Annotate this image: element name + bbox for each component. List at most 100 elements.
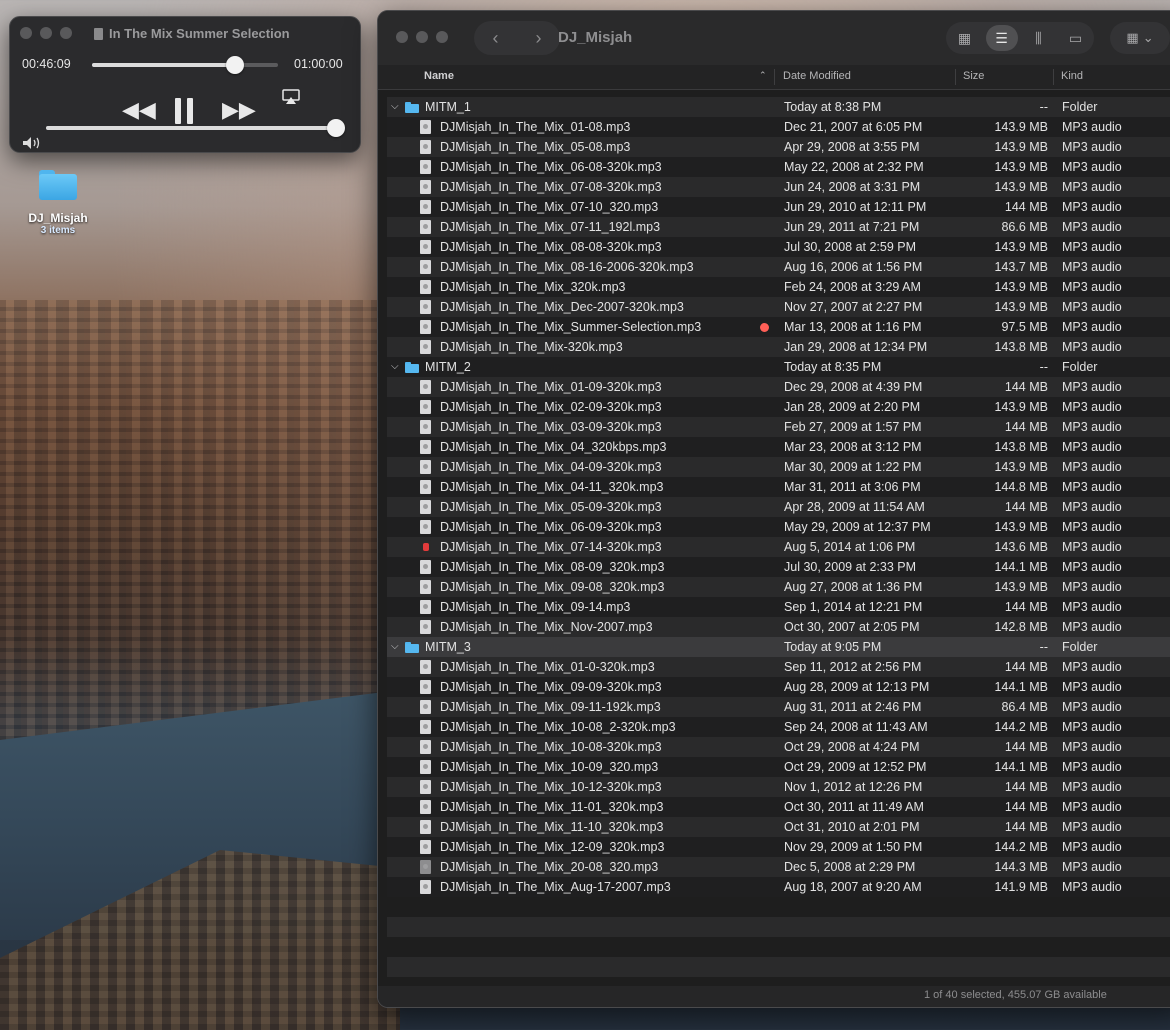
audio-file-icon — [420, 280, 431, 294]
file-row[interactable]: DJMisjah_In_The_Mix_09-14.mp3 Sep 1, 2014… — [387, 597, 1170, 617]
row-size: -- — [1039, 640, 1048, 654]
file-row[interactable]: DJMisjah_In_The_Mix_01-0-320k.mp3 Sep 11,… — [387, 657, 1170, 677]
icon-view-icon[interactable]: ▦ — [949, 25, 981, 51]
group-button[interactable]: ▦ ⌄ — [1110, 22, 1170, 54]
row-date: Jul 30, 2008 at 2:59 PM — [784, 240, 917, 254]
rewind-icon[interactable]: ◀◀ — [122, 99, 156, 121]
audio-file-icon — [420, 820, 431, 834]
audio-file-icon — [420, 200, 431, 214]
file-row[interactable]: DJMisjah_In_The_Mix_Aug-17-2007.mp3 Aug 1… — [387, 877, 1170, 897]
disclosure-chevron-icon[interactable]: ⌵ — [391, 641, 399, 652]
desktop-folder-name: DJ_Misjah — [28, 211, 88, 225]
empty-row — [387, 917, 1170, 937]
file-row[interactable]: DJMisjah_In_The_Mix_Nov-2007.mp3 Oct 30, … — [387, 617, 1170, 637]
disclosure-chevron-icon[interactable]: ⌵ — [391, 361, 399, 372]
list-view-icon[interactable]: ☰ — [985, 25, 1018, 51]
file-row[interactable]: DJMisjah_In_The_Mix_04_320kbps.mp3 Mar 23… — [387, 437, 1170, 457]
total-duration: 01:00:00 — [294, 57, 343, 71]
file-row[interactable]: DJMisjah_In_The_Mix_01-09-320k.mp3 Dec 29… — [387, 377, 1170, 397]
file-row[interactable]: DJMisjah_In_The_Mix_12-09_320k.mp3 Nov 29… — [387, 837, 1170, 857]
file-row[interactable]: DJMisjah_In_The_Mix_07-10_320.mp3 Jun 29,… — [387, 197, 1170, 217]
file-row[interactable]: DJMisjah_In_The_Mix_10-12-320k.mp3 Nov 1,… — [387, 777, 1170, 797]
minimize-button[interactable] — [416, 31, 428, 43]
row-date: Today at 8:35 PM — [784, 360, 882, 374]
file-row[interactable]: DJMisjah_In_The_Mix_01-08.mp3 Dec 21, 200… — [387, 117, 1170, 137]
progress-knob[interactable] — [226, 56, 245, 74]
file-row[interactable]: DJMisjah_In_The_Mix_05-08.mp3 Apr 29, 200… — [387, 137, 1170, 157]
file-row[interactable]: DJMisjah_In_The_Mix_09-09-320k.mp3 Aug 28… — [387, 677, 1170, 697]
folder-row[interactable]: ⌵ MITM_3 Today at 9:05 PM -- Folder — [387, 637, 1170, 657]
file-row[interactable]: DJMisjah_In_The_Mix_02-09-320k.mp3 Jan 28… — [387, 397, 1170, 417]
forward-chevron-icon[interactable]: › — [536, 28, 542, 49]
volume-knob[interactable] — [327, 119, 345, 137]
row-date: Oct 29, 2009 at 12:52 PM — [784, 760, 927, 774]
file-row[interactable]: DJMisjah_In_The_Mix_05-09-320k.mp3 Apr 28… — [387, 497, 1170, 517]
row-name: DJMisjah_In_The_Mix_10-08_2-320k.mp3 — [440, 720, 676, 734]
gallery-view-icon[interactable]: ▭ — [1060, 25, 1092, 51]
file-row[interactable]: DJMisjah_In_The_Mix_Dec-2007-320k.mp3 Nov… — [387, 297, 1170, 317]
zoom-button[interactable] — [60, 27, 72, 39]
file-row[interactable]: DJMisjah_In_The_Mix_08-08-320k.mp3 Jul 30… — [387, 237, 1170, 257]
progress-slider[interactable] — [92, 56, 278, 74]
file-row[interactable]: DJMisjah_In_The_Mix_320k.mp3 Feb 24, 2008… — [387, 277, 1170, 297]
back-chevron-icon[interactable]: ‹ — [493, 28, 499, 49]
row-size: 143.8 MB — [994, 440, 1048, 454]
disclosure-chevron-icon[interactable]: ⌵ — [391, 101, 399, 112]
airplay-icon[interactable] — [282, 87, 300, 109]
file-row[interactable]: DJMisjah_In_The_Mix_07-08-320k.mp3 Jun 24… — [387, 177, 1170, 197]
column-size[interactable]: Size — [963, 70, 984, 82]
file-row[interactable]: DJMisjah_In_The_Mix_06-08-320k.mp3 May 22… — [387, 157, 1170, 177]
row-size: 143.9 MB — [994, 280, 1048, 294]
zoom-button[interactable] — [436, 31, 448, 43]
file-row[interactable]: DJMisjah_In_The_Mix_11-01_320k.mp3 Oct 30… — [387, 797, 1170, 817]
row-size: 143.9 MB — [994, 580, 1048, 594]
row-name: MITM_1 — [425, 100, 471, 114]
volume-slider[interactable] — [46, 119, 345, 137]
row-kind: MP3 audio — [1062, 820, 1122, 834]
minimize-button[interactable] — [40, 27, 52, 39]
row-name: DJMisjah_In_The_Mix_09-09-320k.mp3 — [440, 680, 662, 694]
close-button[interactable] — [20, 27, 32, 39]
column-kind[interactable]: Kind — [1061, 70, 1083, 82]
desktop-folder[interactable]: DJ_Misjah 3 items — [22, 170, 94, 236]
file-row[interactable]: DJMisjah_In_The_Mix_10-09_320.mp3 Oct 29,… — [387, 757, 1170, 777]
column-view-icon[interactable]: ⫼ — [1023, 25, 1055, 51]
file-row[interactable]: DJMisjah_In_The_Mix_10-08_2-320k.mp3 Sep … — [387, 717, 1170, 737]
pause-icon[interactable] — [173, 97, 195, 129]
file-row[interactable]: DJMisjah_In_The_Mix_08-09_320k.mp3 Jul 30… — [387, 557, 1170, 577]
column-date-modified[interactable]: Date Modified — [783, 70, 851, 82]
row-kind: MP3 audio — [1062, 200, 1122, 214]
file-row[interactable]: DJMisjah_In_The_Mix-320k.mp3 Jan 29, 2008… — [387, 337, 1170, 357]
finder-toolbar: ‹ › DJ_Misjah ▦ ☰ ⫼ ▭ ▦ ⌄ — [378, 11, 1170, 65]
file-row[interactable]: DJMisjah_In_The_Mix_07-11_192l.mp3 Jun 29… — [387, 217, 1170, 237]
column-name[interactable]: Name — [424, 70, 454, 82]
file-row[interactable]: DJMisjah_In_The_Mix_06-09-320k.mp3 May 29… — [387, 517, 1170, 537]
row-kind: MP3 audio — [1062, 460, 1122, 474]
file-row[interactable]: DJMisjah_In_The_Mix_04-11_320k.mp3 Mar 31… — [387, 477, 1170, 497]
file-row[interactable]: DJMisjah_In_The_Mix_10-08-320k.mp3 Oct 29… — [387, 737, 1170, 757]
row-date: Aug 31, 2011 at 2:46 PM — [784, 700, 922, 714]
row-size: 144.1 MB — [994, 760, 1048, 774]
file-row[interactable]: DJMisjah_In_The_Mix_03-09-320k.mp3 Feb 27… — [387, 417, 1170, 437]
row-date: Jul 30, 2009 at 2:33 PM — [784, 560, 917, 574]
fast-forward-icon[interactable]: ▶▶ — [222, 99, 256, 121]
row-size: 97.5 MB — [1001, 320, 1048, 334]
file-row[interactable]: DJMisjah_In_The_Mix_Summer-Selection.mp3… — [387, 317, 1170, 337]
file-row[interactable]: DJMisjah_In_The_Mix_04-09-320k.mp3 Mar 30… — [387, 457, 1170, 477]
file-row[interactable]: DJMisjah_In_The_Mix_08-16-2006-320k.mp3 A… — [387, 257, 1170, 277]
folder-row[interactable]: ⌵ MITM_1 Today at 8:38 PM -- Folder — [387, 97, 1170, 117]
file-row[interactable]: DJMisjah_In_The_Mix_20-08_320.mp3 Dec 5, … — [387, 857, 1170, 877]
file-row[interactable]: DJMisjah_In_The_Mix_09-11-192k.mp3 Aug 31… — [387, 697, 1170, 717]
row-kind: MP3 audio — [1062, 300, 1122, 314]
row-kind: MP3 audio — [1062, 160, 1122, 174]
folder-row[interactable]: ⌵ MITM_2 Today at 8:35 PM -- Folder — [387, 357, 1170, 377]
audio-file-icon — [420, 840, 431, 854]
close-button[interactable] — [396, 31, 408, 43]
audio-file-icon — [420, 720, 431, 734]
file-row[interactable]: DJMisjah_In_The_Mix_11-10_320k.mp3 Oct 31… — [387, 817, 1170, 837]
file-row[interactable]: DJMisjah_In_The_Mix_09-08_320k.mp3 Aug 27… — [387, 577, 1170, 597]
row-kind: MP3 audio — [1062, 180, 1122, 194]
file-row[interactable]: DJMisjah_In_The_Mix_07-14-320k.mp3 Aug 5,… — [387, 537, 1170, 557]
row-kind: MP3 audio — [1062, 240, 1122, 254]
row-date: Jan 29, 2008 at 12:34 PM — [784, 340, 928, 354]
